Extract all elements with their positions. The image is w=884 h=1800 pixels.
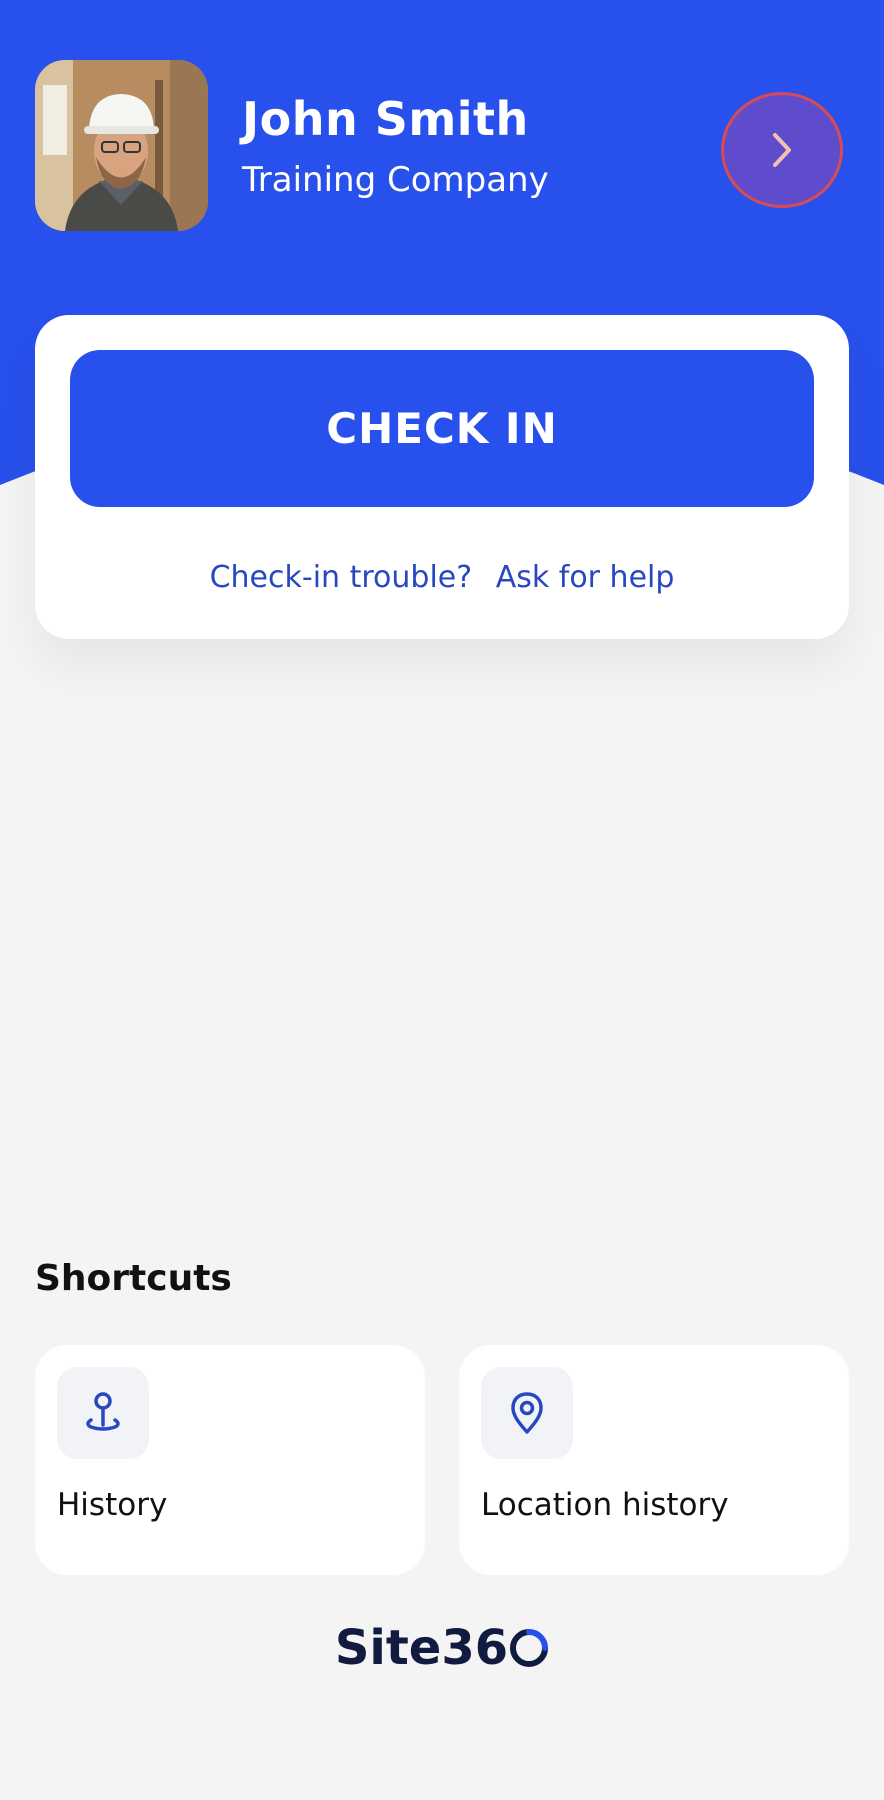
profile-button[interactable]	[721, 92, 843, 208]
checkin-trouble-text: Check-in trouble?	[209, 560, 473, 595]
home-screen: John Smith Training Company CHECK IN Che…	[0, 0, 884, 1800]
location-history-label: Location history	[481, 1487, 729, 1523]
shortcut-location-history[interactable]: Location history	[459, 1345, 849, 1575]
shortcuts-title: Shortcuts	[35, 1258, 232, 1299]
checkin-card: CHECK IN Check-in trouble? Ask for help	[35, 315, 849, 639]
chevron-right-icon	[773, 133, 791, 167]
brand-logo: Site36	[0, 1620, 884, 1676]
avatar-photo	[35, 60, 208, 231]
brand-o-icon	[510, 1629, 549, 1667]
checkin-help-row: Check-in trouble? Ask for help	[35, 560, 849, 595]
brand-text: Site36	[334, 1620, 509, 1676]
user-name: John Smith	[242, 92, 529, 146]
check-in-button[interactable]: CHECK IN	[70, 350, 814, 507]
location-pin-icon	[511, 1392, 543, 1434]
company-name: Training Company	[242, 160, 549, 200]
ask-for-help-link[interactable]: Ask for help	[496, 560, 675, 595]
avatar[interactable]	[35, 60, 208, 231]
history-icon-box	[57, 1367, 149, 1459]
location-icon-box	[481, 1367, 573, 1459]
shortcut-history[interactable]: History	[35, 1345, 425, 1575]
history-pin-icon	[86, 1392, 120, 1431]
history-label: History	[57, 1487, 168, 1523]
